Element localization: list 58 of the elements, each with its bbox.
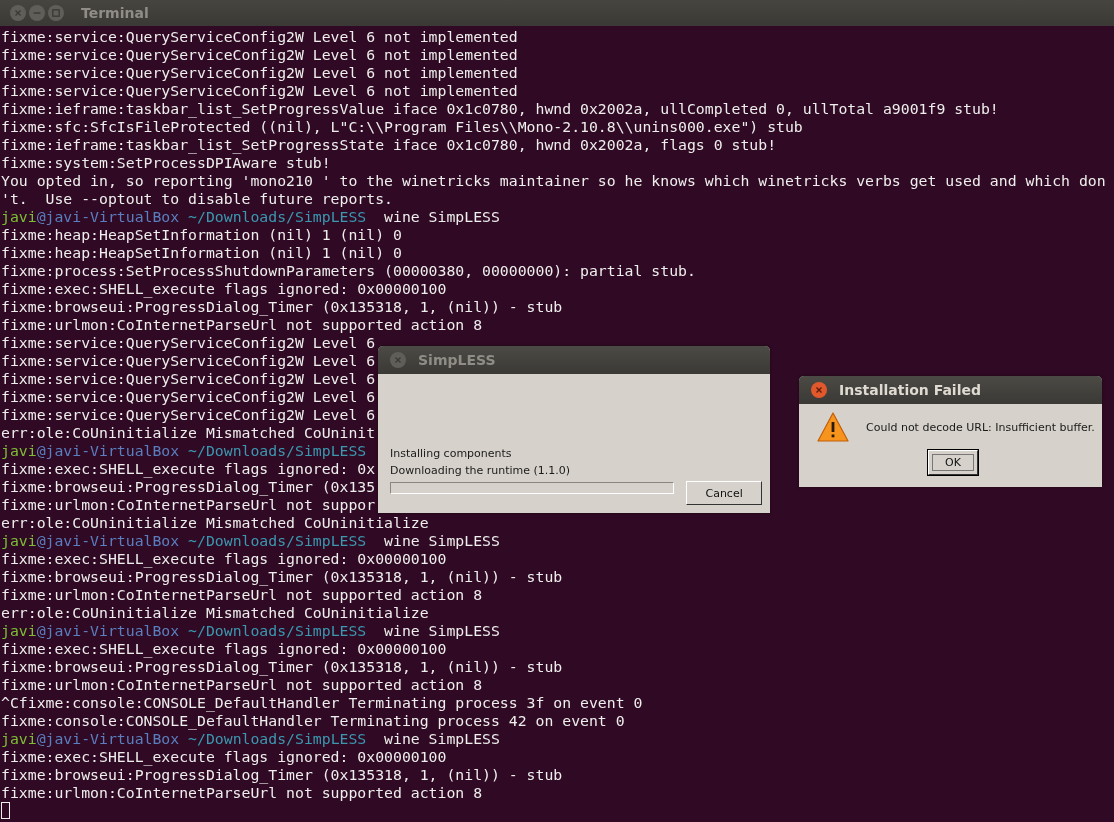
cursor xyxy=(1,802,10,819)
cancel-button[interactable]: Cancel xyxy=(686,481,762,505)
dialog-title: Installation Failed xyxy=(839,382,981,398)
terminal-line: fixme:heap:HeapSetInformation (nil) 1 (nil) 0 xyxy=(1,244,402,262)
terminal-line: 't. Use --optout to disable future reports. xyxy=(1,190,393,208)
prompt-line: javi@javi-VirtualBox ~/Downloads/SimpLESS wine SimpLESS xyxy=(1,622,500,640)
terminal-line: You opted in, so reporting 'mono210 ' to the winetricks maintainer so he knows which winetricks verbs get used and which don xyxy=(1,172,1106,190)
terminal-line: fixme:browseui:ProgressDialog_Timer (0x135318, 1, (nil)) - stub xyxy=(1,568,563,586)
terminal-line: fixme:service:QueryServiceConfig2W Level 6 not implemented xyxy=(1,46,518,64)
terminal-line: fixme:console:CONSOLE_DefaultHandler Terminating process 42 on event 0 xyxy=(1,712,625,730)
terminal-line: fixme:urlmon:CoInternetParseUrl not supported action 8 xyxy=(1,676,483,694)
terminal-line: fixme:browseui:ProgressDialog_Timer (0x135318, 1, (nil)) - stub xyxy=(1,658,563,676)
window-title: Terminal xyxy=(81,5,149,21)
warning-icon xyxy=(817,412,849,442)
terminal-line: fixme:urlmon:CoInternetParseUrl not supported action 8 xyxy=(1,316,483,334)
prompt-line: javi@javi-VirtualBox ~/Downloads/SimpLESS wine SimpLESS xyxy=(1,532,500,550)
minimize-icon[interactable] xyxy=(29,5,45,21)
status-text: Installing components xyxy=(390,447,513,460)
terminal-line: fixme:exec:SHELL_execute flags ignored: 0x00000100 xyxy=(1,550,447,568)
terminal-line: fixme:heap:HeapSetInformation (nil) 1 (nil) 0 xyxy=(1,226,402,244)
prompt-line: javi@javi-VirtualBox ~/Downloads/SimpLESS wine SimpLESS xyxy=(1,730,500,748)
terminal-line: fixme:service:QueryServiceConfig2W Level 6 xyxy=(1,388,376,406)
terminal-line: fixme:urlmon:CoInternetParseUrl not supported action 8 xyxy=(1,784,483,802)
ok-button[interactable]: OK xyxy=(928,450,978,475)
terminal-line: fixme:browseui:ProgressDialog_Timer (0x135 xyxy=(1,478,376,496)
terminal-line: fixme:exec:SHELL_execute flags ignored: 0x00000100 xyxy=(1,748,447,766)
dialog-title: SimpLESS xyxy=(418,352,496,368)
terminal-line: fixme:service:QueryServiceConfig2W Level 6 not implemented xyxy=(1,64,518,82)
terminal-line: fixme:service:QueryServiceConfig2W Level 6 xyxy=(1,352,376,370)
terminal-line: fixme:service:QueryServiceConfig2W Level 6 xyxy=(1,334,376,352)
prompt-line: javi@javi-VirtualBox ~/Downloads/SimpLESS xyxy=(1,442,367,460)
terminal-line: fixme:service:QueryServiceConfig2W Level 6 xyxy=(1,370,376,388)
error-message: Could not decode URL: Insufficient buffer. xyxy=(866,420,1095,434)
prompt-line: javi@javi-VirtualBox ~/Downloads/SimpLESS wine SimpLESS xyxy=(1,208,500,226)
terminal-line: fixme:ieframe:taskbar_list_SetProgressState iface 0x1c0780, hwnd 0x2002a, flags 0 stub! xyxy=(1,136,777,154)
terminal-line: fixme:service:QueryServiceConfig2W Level 6 not implemented xyxy=(1,28,518,46)
close-icon[interactable] xyxy=(390,352,406,368)
close-icon[interactable] xyxy=(811,382,827,398)
maximize-icon[interactable] xyxy=(48,5,64,21)
terminal-line: fixme:service:QueryServiceConfig2W Level 6 not implemented xyxy=(1,82,518,100)
terminal-line: fixme:urlmon:CoInternetParseUrl not supported action 8 xyxy=(1,586,483,604)
terminal-line: fixme:urlmon:CoInternetParseUrl not suppor xyxy=(1,496,376,514)
terminal-line: fixme:browseui:ProgressDialog_Timer (0x135318, 1, (nil)) - stub xyxy=(1,298,563,316)
terminal-line: err:ole:CoUninitialize Mismatched CoUninitialize xyxy=(1,514,429,532)
terminal-line: fixme:exec:SHELL_execute flags ignored: 0x xyxy=(1,460,376,478)
terminal-line: err:ole:CoUninitialize Mismatched CoUninitialize xyxy=(1,604,429,622)
terminal-line: fixme:process:SetProcessShutdownParameters (00000380, 00000000): partial stub. xyxy=(1,262,696,280)
terminal-line: fixme:sfc:SfcIsFileProtected ((nil), L"C:\\Program Files\\Mono-2.10.8\\unins000.exe") stub xyxy=(1,118,803,136)
terminal-line: ^Cfixme:console:CONSOLE_DefaultHandler Terminating process 3f on event 0 xyxy=(1,694,643,712)
terminal-line: fixme:exec:SHELL_execute flags ignored: 0x00000100 xyxy=(1,640,447,658)
detail-text: Downloading the runtime (1.1.0) xyxy=(390,464,572,477)
close-icon[interactable] xyxy=(10,5,26,21)
terminal-line: fixme:exec:SHELL_execute flags ignored: 0x00000100 xyxy=(1,280,447,298)
terminal-line: fixme:ieframe:taskbar_list_SetProgressValue iface 0x1c0780, hwnd 0x2002a, ullCompleted 0, ullTotal a9001f9 stub! xyxy=(1,100,999,118)
terminal-line: fixme:service:QueryServiceConfig2W Level 6 xyxy=(1,406,376,424)
terminal-line: err:ole:CoUninitialize Mismatched CoUninit xyxy=(1,424,376,442)
terminal-line: fixme:browseui:ProgressDialog_Timer (0x135318, 1, (nil)) - stub xyxy=(1,766,563,784)
terminal-line: fixme:system:SetProcessDPIAware stub! xyxy=(1,154,331,172)
